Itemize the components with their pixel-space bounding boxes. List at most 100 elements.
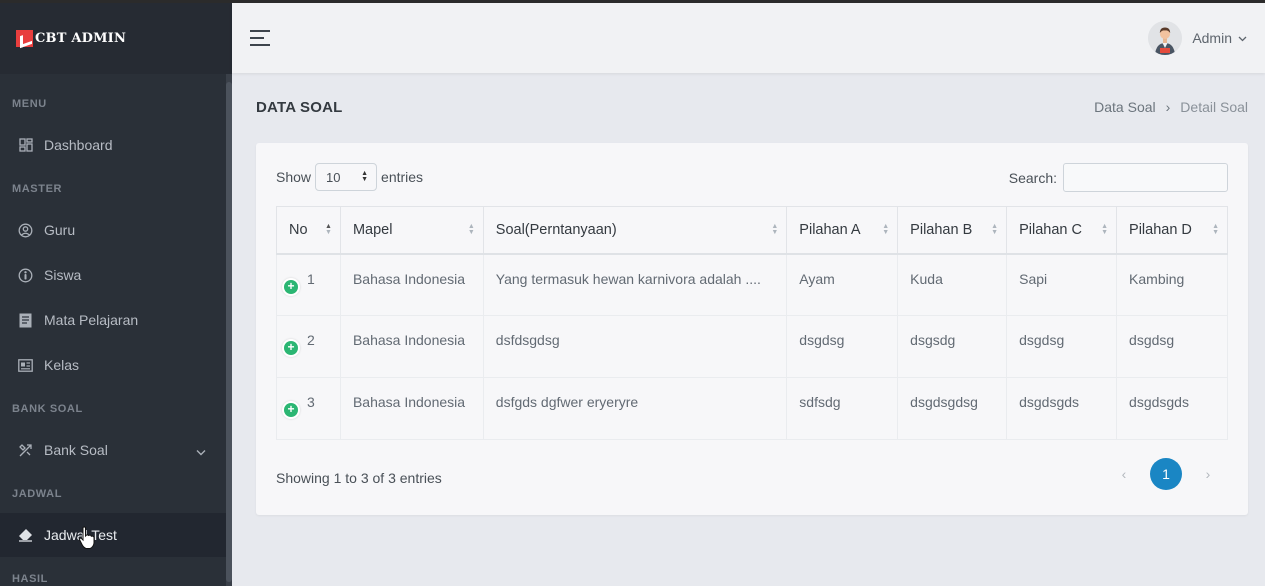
- column-header-label: Mapel: [352, 221, 393, 238]
- sort-icon: ▲ ▼: [1212, 223, 1219, 236]
- column-header-soal[interactable]: Soal(Perntanyaan) ▲ ▼: [482, 206, 788, 255]
- sidebar-item-siswa[interactable]: Siswa: [0, 253, 226, 297]
- search-input[interactable]: [1063, 163, 1228, 192]
- cell-no-text: 1: [307, 270, 315, 287]
- user-name: Admin: [1192, 30, 1232, 46]
- pagination: ‹ 1 ›: [1108, 458, 1224, 490]
- cell-pilahan-c: dsgdsg: [1006, 315, 1118, 378]
- expand-row-icon[interactable]: +: [284, 341, 298, 355]
- breadcrumb: Data Soal › Detail Soal: [1094, 99, 1248, 115]
- expand-row-icon[interactable]: +: [284, 403, 298, 417]
- breadcrumb-link-data-soal[interactable]: Data Soal: [1094, 99, 1155, 115]
- brand[interactable]: CBT ADMIN: [0, 3, 232, 74]
- sidebar-item-label: Mata Pelajaran: [44, 312, 139, 328]
- cell-pilahan-d: dsgdsg: [1116, 315, 1228, 378]
- sort-icon: ▲ ▼: [1101, 223, 1109, 236]
- table-header-row: No ▲ ▼ Mapel ▲ ▼ Soal(Perntanyaan) ▲ ▼ Pilahan…: [276, 206, 1228, 255]
- column-header-mapel[interactable]: Mapel ▲ ▼: [339, 206, 484, 255]
- cell-mapel: Bahasa Indonesia: [339, 253, 484, 316]
- section-title-menu: MENU: [12, 98, 47, 110]
- sidebar-item-mata-pelajaran[interactable]: Mata Pelajaran: [0, 298, 226, 342]
- column-header-label: Pilahan B: [910, 221, 973, 238]
- section-title-hasil: HASIL: [12, 573, 48, 585]
- brand-name: CBT ADMIN: [35, 31, 127, 46]
- cell-soal: dsfdsgdsg: [482, 315, 788, 378]
- column-header-pilahan-c[interactable]: Pilahan C ▲ ▼: [1006, 206, 1118, 255]
- column-header-pilahan-b[interactable]: Pilahan B ▲ ▼: [897, 206, 1008, 255]
- page-title: DATA SOAL: [256, 99, 343, 116]
- sidebar-item-label: Bank Soal: [44, 442, 108, 458]
- entries-select[interactable]: 10 ▲ ▼: [315, 163, 378, 191]
- column-header-no[interactable]: No ▲ ▼: [276, 206, 341, 255]
- class-icon: [18, 358, 33, 373]
- search-control: Search:: [1009, 163, 1228, 192]
- expand-row-icon[interactable]: +: [284, 279, 298, 294]
- sidebar-item-jadwal-test[interactable]: Jadwal Test: [0, 513, 226, 557]
- cell-pilahan-b: dsgdsgdsg: [897, 377, 1008, 440]
- cell-mapel: Bahasa Indonesia: [339, 315, 484, 378]
- breadcrumb-current: Detail Soal: [1180, 99, 1248, 115]
- cell-pilahan-b: dsgsdg: [897, 315, 1008, 378]
- cell-no-text: 2: [307, 332, 315, 348]
- sort-icon: ▲ ▼: [991, 223, 999, 236]
- cell-pilahan-a: Ayam: [786, 253, 899, 316]
- avatar: [1148, 21, 1183, 55]
- search-label: Search:: [1008, 169, 1057, 186]
- entries-length-control: Show 10 ▲ ▼ entries: [276, 163, 423, 191]
- sidebar-item-label: Dashboard: [44, 137, 113, 153]
- pagination-next[interactable]: ›: [1192, 458, 1224, 490]
- column-header-pilahan-a[interactable]: Pilahan A ▲ ▼: [786, 206, 899, 255]
- eraser-icon: [18, 528, 33, 543]
- sort-icon: ▲ ▼: [325, 223, 332, 236]
- cell-mapel: Bahasa Indonesia: [339, 377, 484, 440]
- sidebar-item-label: Siswa: [44, 267, 82, 283]
- cell-pilahan-d: Kambing: [1116, 253, 1228, 316]
- user-menu[interactable]: Admin: [1148, 21, 1247, 55]
- sort-icon: ▲ ▼: [771, 223, 779, 236]
- data-table-card: Show 10 ▲ ▼ entries Search: No ▲ ▼ Mapel ▲ ▼ …: [256, 143, 1248, 515]
- entries-label: entries: [381, 169, 424, 185]
- sidebar-scrollbar[interactable]: [226, 74, 232, 586]
- sidebar: CBT ADMIN MENU Dashboard MASTER Guru Sis…: [0, 3, 232, 586]
- column-header-label: No: [289, 221, 308, 238]
- brand-logo-icon: [16, 30, 33, 47]
- cell-pilahan-b: Kuda: [897, 253, 1008, 316]
- cell-no-text: 3: [307, 394, 315, 410]
- cell-soal: Yang termasuk hewan karnivora adalah ...…: [482, 253, 788, 316]
- column-header-pilahan-d[interactable]: Pilahan D ▲ ▼: [1116, 206, 1228, 255]
- sidebar-item-dashboard[interactable]: Dashboard: [0, 123, 226, 167]
- entries-select-value: 10: [326, 169, 341, 185]
- sidebar-item-guru[interactable]: Guru: [0, 208, 226, 252]
- chevron-down-icon: [1238, 29, 1247, 47]
- column-header-label: Soal(Perntanyaan): [495, 221, 617, 238]
- section-title-bank-soal: BANK SOAL: [12, 403, 83, 415]
- person-icon: [18, 268, 33, 283]
- cell-no: +3: [276, 377, 341, 440]
- book-icon: [18, 313, 33, 328]
- user-circle-icon: [18, 223, 33, 238]
- table-info: Showing 1 to 3 of 3 entries: [276, 470, 442, 486]
- menu-toggle-icon[interactable]: [250, 30, 270, 46]
- pagination-previous[interactable]: ‹: [1108, 458, 1140, 490]
- dashboard-icon: [18, 138, 33, 153]
- select-arrows-icon: ▲ ▼: [361, 170, 369, 183]
- table-row: +3 Bahasa Indonesia dsfgds dgfwer eryery…: [276, 377, 1228, 440]
- column-header-label: Pilahan C: [1019, 221, 1082, 238]
- cell-pilahan-a: dsgdsg: [786, 315, 899, 378]
- cell-pilahan-d: dsgdsgds: [1116, 377, 1228, 440]
- chevron-down-icon[interactable]: [196, 443, 206, 459]
- sort-icon: ▲ ▼: [882, 223, 890, 236]
- breadcrumb-separator: ›: [1165, 99, 1171, 115]
- cell-pilahan-c: dsgdsgds: [1006, 377, 1118, 440]
- window-top-border: [0, 0, 1265, 3]
- sidebar-item-kelas[interactable]: Kelas: [0, 343, 226, 387]
- soal-table: No ▲ ▼ Mapel ▲ ▼ Soal(Perntanyaan) ▲ ▼ Pilahan…: [276, 206, 1228, 440]
- sort-icon: ▲ ▼: [467, 223, 475, 236]
- top-header: Admin: [232, 3, 1265, 73]
- pagination-page-1[interactable]: 1: [1150, 458, 1182, 490]
- cell-pilahan-a: sdfsdg: [786, 377, 899, 440]
- cell-pilahan-c: Sapi: [1006, 253, 1118, 316]
- section-title-jadwal: JADWAL: [12, 488, 63, 500]
- sidebar-item-bank-soal[interactable]: Bank Soal: [0, 428, 226, 472]
- column-header-label: Pilahan D: [1129, 221, 1192, 238]
